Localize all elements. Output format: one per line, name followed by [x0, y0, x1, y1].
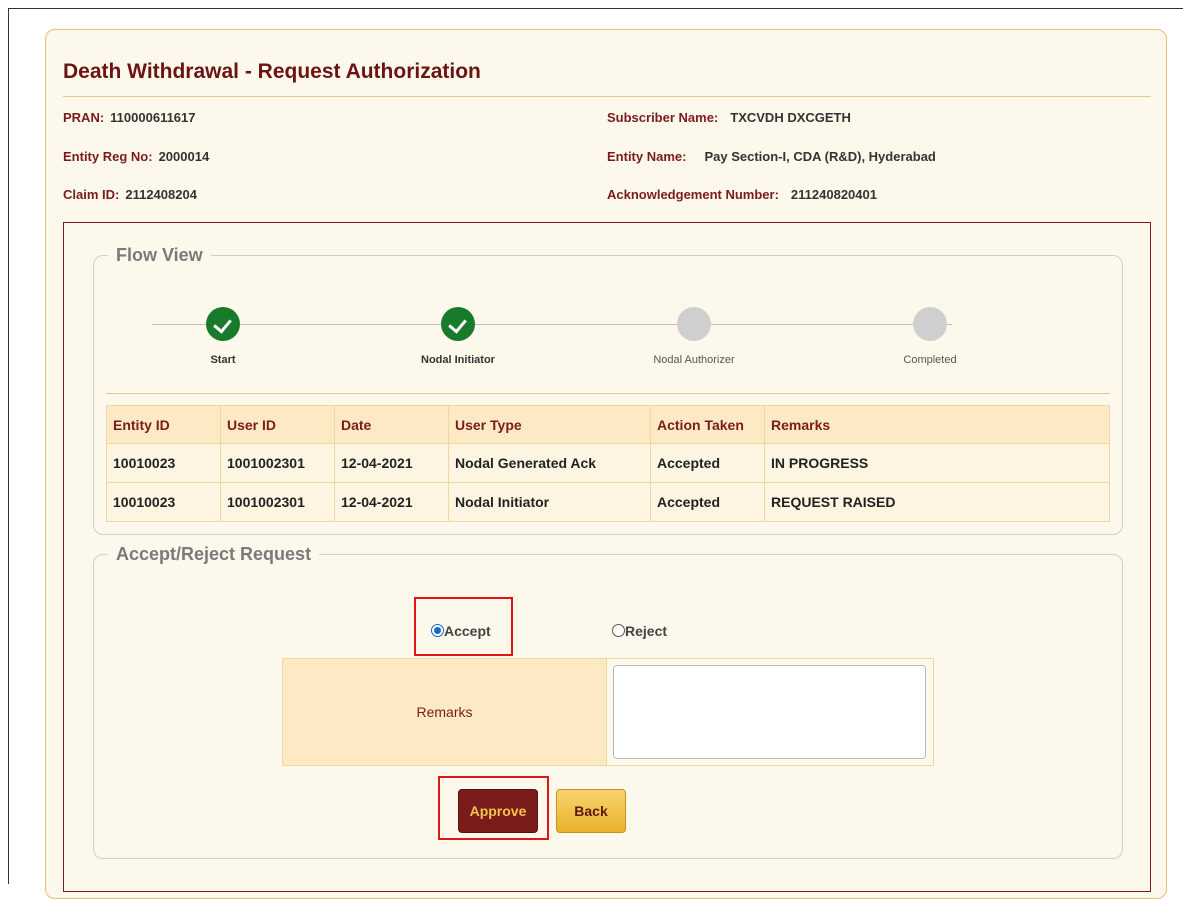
remarks-textarea[interactable] — [613, 665, 926, 759]
pran-label: PRAN: — [63, 110, 105, 125]
step-start-check-icon — [206, 307, 240, 341]
ack-number-label: Acknowledgement Number: — [607, 187, 779, 202]
step-nodal-initiator-label: Nodal Initiator — [421, 354, 495, 366]
subscriber-name-field: Subscriber Name: TXCVDH DXCGETH — [607, 110, 851, 125]
flow-view-legend: Flow View — [116, 245, 203, 265]
cell-date: 12-04-2021 — [334, 482, 449, 522]
step-nodal-authorizer-icon — [677, 307, 711, 341]
step-nodal-authorizer-label: Nodal Authorizer — [653, 354, 735, 366]
ack-number-value: 211240820401 — [790, 187, 877, 202]
col-user-id: User ID — [220, 405, 335, 444]
step-nodal-initiator-check-icon — [441, 307, 475, 341]
reject-radio-option[interactable]: Reject — [612, 623, 667, 639]
ack-number-field: Acknowledgement Number: 211240820401 — [607, 187, 877, 202]
cell-remarks: IN PROGRESS — [764, 443, 1110, 483]
accept-radio-label[interactable]: Accept — [444, 623, 491, 639]
table-row: 10010023 1001002301 12-04-2021 Nodal Ini… — [106, 482, 1110, 522]
remarks-label: Remarks — [283, 659, 607, 765]
authorization-card: Death Withdrawal - Request Authorization… — [45, 29, 1167, 899]
page-title: Death Withdrawal - Request Authorization — [63, 60, 481, 83]
col-date: Date — [334, 405, 449, 444]
claim-id-field: Claim ID: 2112408204 — [63, 187, 197, 202]
cell-user-id: 1001002301 — [220, 482, 335, 522]
title-divider — [63, 96, 1151, 97]
cell-entity-id: 10010023 — [106, 482, 221, 522]
subscriber-name-label: Subscriber Name: — [607, 110, 719, 125]
cell-remarks: REQUEST RAISED — [764, 482, 1110, 522]
flow-separator — [106, 393, 1110, 394]
col-entity-id: Entity ID — [106, 405, 221, 444]
entity-reg-label: Entity Reg No: — [63, 149, 153, 164]
cell-user-type: Nodal Initiator — [448, 482, 651, 522]
accept-reject-legend: Accept/Reject Request — [116, 544, 312, 564]
remarks-row: Remarks — [282, 658, 934, 766]
flow-connector — [152, 324, 952, 325]
col-user-type: User Type — [448, 405, 651, 444]
request-panel: Flow View Start Nodal Initiator Nodal Au… — [63, 222, 1151, 892]
table-header-row: Entity ID User ID Date User Type Action … — [106, 405, 1110, 444]
col-action-taken: Action Taken — [650, 405, 765, 444]
reject-radio-icon[interactable] — [612, 624, 625, 637]
approve-button[interactable]: Approve — [458, 789, 538, 833]
step-completed-icon — [913, 307, 947, 341]
entity-name-value: Pay Section-I, CDA (R&D), Hyderabad — [704, 149, 936, 164]
entity-reg-field: Entity Reg No: 2000014 — [63, 149, 209, 164]
cell-date: 12-04-2021 — [334, 443, 449, 483]
back-button[interactable]: Back — [556, 789, 626, 833]
cell-user-type: Nodal Generated Ack — [448, 443, 651, 483]
cell-user-id: 1001002301 — [220, 443, 335, 483]
cell-entity-id: 10010023 — [106, 443, 221, 483]
entity-reg-value: 2000014 — [158, 149, 210, 164]
cell-action-taken: Accepted — [650, 482, 765, 522]
step-completed-label: Completed — [903, 354, 957, 366]
pran-value: 110000611617 — [110, 110, 196, 125]
claim-id-value: 2112408204 — [125, 187, 197, 202]
cell-action-taken: Accepted — [650, 443, 765, 483]
accept-radio-icon[interactable] — [431, 624, 444, 637]
reject-radio-label[interactable]: Reject — [625, 623, 667, 639]
subscriber-name-value: TXCVDH DXCGETH — [730, 110, 851, 125]
col-remarks: Remarks — [764, 405, 1110, 444]
flow-history-table: Entity ID User ID Date User Type Action … — [106, 405, 1110, 522]
pran-field: PRAN: 110000611617 — [63, 110, 196, 125]
entity-name-field: Entity Name: Pay Section-I, CDA (R&D), Hy… — [607, 149, 936, 164]
step-start-label: Start — [210, 354, 236, 366]
entity-name-label: Entity Name: — [607, 149, 687, 164]
claim-id-label: Claim ID: — [63, 187, 120, 202]
accept-radio-option[interactable]: Accept — [431, 623, 491, 639]
remarks-cell — [607, 659, 933, 765]
table-row: 10010023 1001002301 12-04-2021 Nodal Gen… — [106, 443, 1110, 483]
